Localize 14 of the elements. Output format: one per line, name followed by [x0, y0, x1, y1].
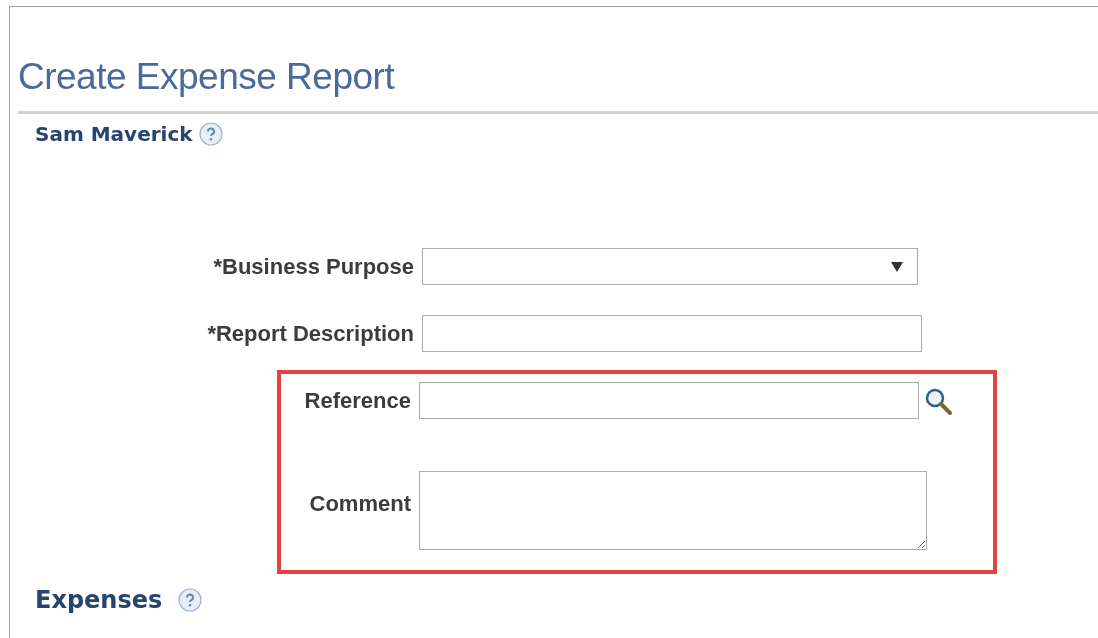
help-icon[interactable]: [198, 122, 223, 146]
page-title: Create Expense Report: [18, 55, 396, 99]
field-label: Comment: [308, 491, 411, 517]
input-field[interactable]: [419, 382, 919, 419]
employee-name: Sam Maverick: [35, 122, 193, 146]
input-field[interactable]: [422, 315, 922, 352]
field-label: *Report Description: [206, 320, 414, 347]
section-title: Expenses: [35, 586, 163, 614]
dropdown-caret-icon: [891, 261, 903, 272]
dropdown[interactable]: [422, 248, 918, 285]
field-label: Reference: [303, 387, 411, 414]
field-label: *Business Purpose: [212, 253, 414, 280]
comment-textarea[interactable]: [419, 471, 927, 550]
help-icon[interactable]: [178, 588, 203, 612]
